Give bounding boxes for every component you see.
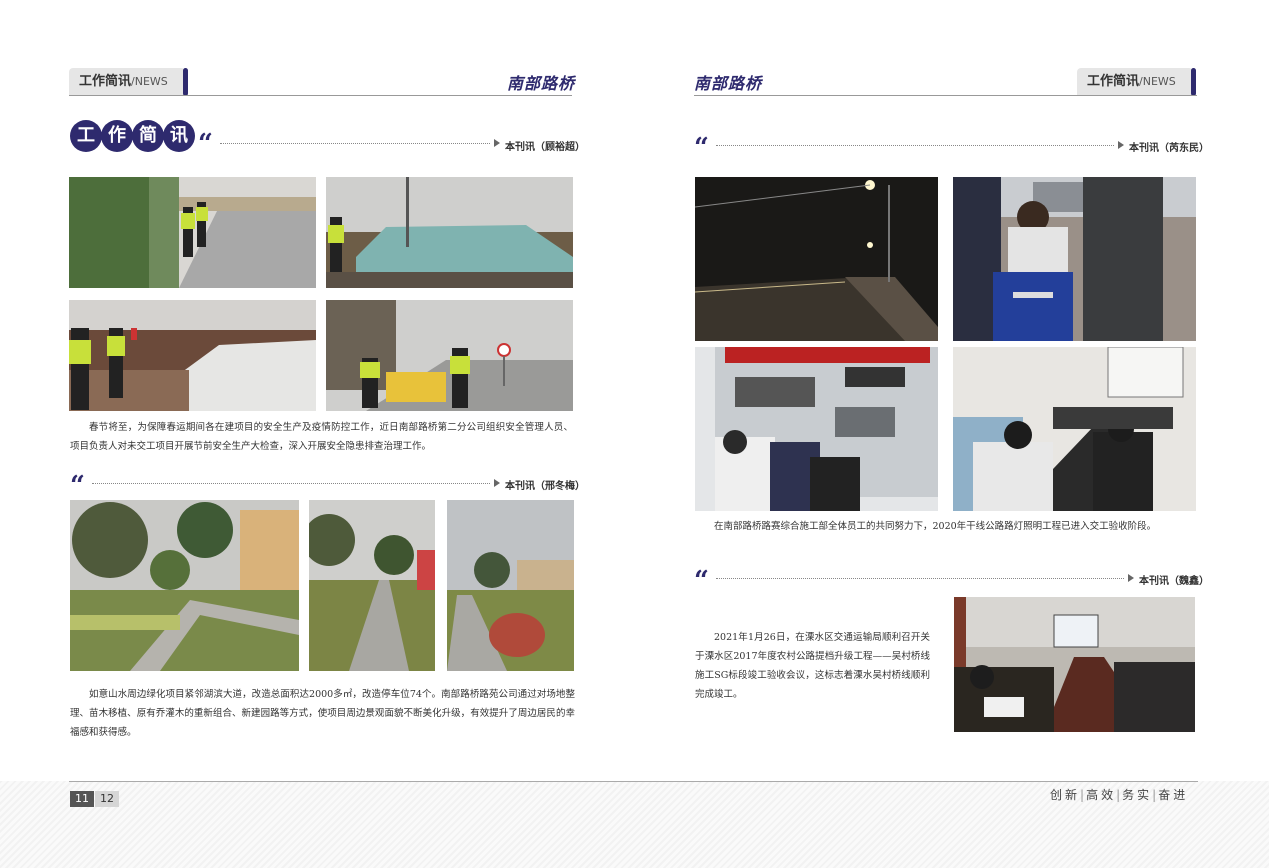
section-tab-en: NEWS: [134, 75, 168, 88]
article-text: 春节将至，为保障春运期间各在建项目的安全生产及疫情防控工作，近日南部路桥第二分公…: [70, 422, 573, 452]
photo-slope-site: [326, 177, 573, 288]
brand-logo-right: 南部路桥: [694, 74, 763, 93]
slogan: 创新|高效|务实|奋进: [1050, 788, 1189, 802]
section-tab-right: 工作简讯/NEWS: [1077, 68, 1193, 96]
header-rule-right: [694, 95, 1197, 96]
photo-landscape-park: [70, 500, 299, 671]
dotted-divider: [716, 578, 1124, 579]
section-tab-left: 工作简讯/NEWS: [69, 68, 185, 96]
slogan-word: 务实: [1122, 788, 1153, 802]
slogan-word: 高效: [1086, 788, 1117, 802]
section-tab-cn: 工作简讯: [1087, 74, 1140, 89]
section-tab-en: NEWS: [1142, 75, 1176, 88]
arrow-icon: [1128, 574, 1134, 582]
dotted-divider: [716, 145, 1114, 146]
dotted-divider: [92, 483, 490, 484]
page-number-left: 11: [70, 791, 94, 807]
article-text: 在南部路桥路赛综合施工部全体员工的共同努力下，2020年干线公路路灯照明工程已进…: [714, 521, 1157, 532]
photo-acceptance-meeting: [954, 597, 1195, 732]
quote-icon: “: [694, 566, 709, 596]
dotted-divider: [220, 143, 490, 144]
byline: 本刊讯（顾裕超）: [505, 142, 585, 153]
photo-road-inspection: [69, 177, 316, 288]
section-tab-edge: [183, 68, 188, 96]
section-tab-edge: [1191, 68, 1196, 96]
brand-logo-left: 南部路桥: [507, 74, 576, 93]
article-text: 如意山水周边绿化项目紧邻湖滨大道，改造总面积达2000多㎡，改造停车位74个。南…: [70, 689, 575, 738]
photo-site-survey: [953, 177, 1196, 341]
photo-roadside-sign: [326, 300, 573, 411]
byline: 本刊讯（芮东民）: [1129, 143, 1209, 154]
arrow-icon: [494, 479, 500, 487]
title-char: 工: [70, 120, 102, 152]
title-char: 作: [101, 120, 133, 152]
page-number-right: 12: [95, 791, 119, 807]
slogan-word: 奋进: [1158, 788, 1189, 802]
title-char: 简: [132, 120, 164, 152]
photo-control-cabinet: [695, 347, 938, 511]
byline: 本刊讯（魏鑫）: [1139, 576, 1209, 587]
quote-icon: “: [198, 129, 213, 159]
arrow-icon: [1118, 141, 1124, 149]
byline: 本刊讯（邢冬梅）: [505, 481, 585, 492]
photo-meeting-room: [953, 347, 1196, 511]
header-rule-left: [69, 95, 572, 96]
article-text: 2021年1月26日，在溧水区交通运输局顺利召开关于溧水区2017年度农村公路提…: [695, 632, 930, 700]
quote-icon: “: [70, 471, 85, 501]
quote-icon: “: [694, 133, 709, 163]
footer-rule: [69, 781, 1198, 782]
photo-night-road-lights: [695, 177, 938, 341]
photo-flower-bed: [447, 500, 574, 671]
slogan-word: 创新: [1050, 788, 1081, 802]
arrow-icon: [494, 139, 500, 147]
photo-garden-path: [309, 500, 435, 671]
photo-field-ditch: [69, 300, 316, 411]
title-char: 讯: [163, 120, 195, 152]
section-tab-cn: 工作简讯: [79, 74, 132, 89]
